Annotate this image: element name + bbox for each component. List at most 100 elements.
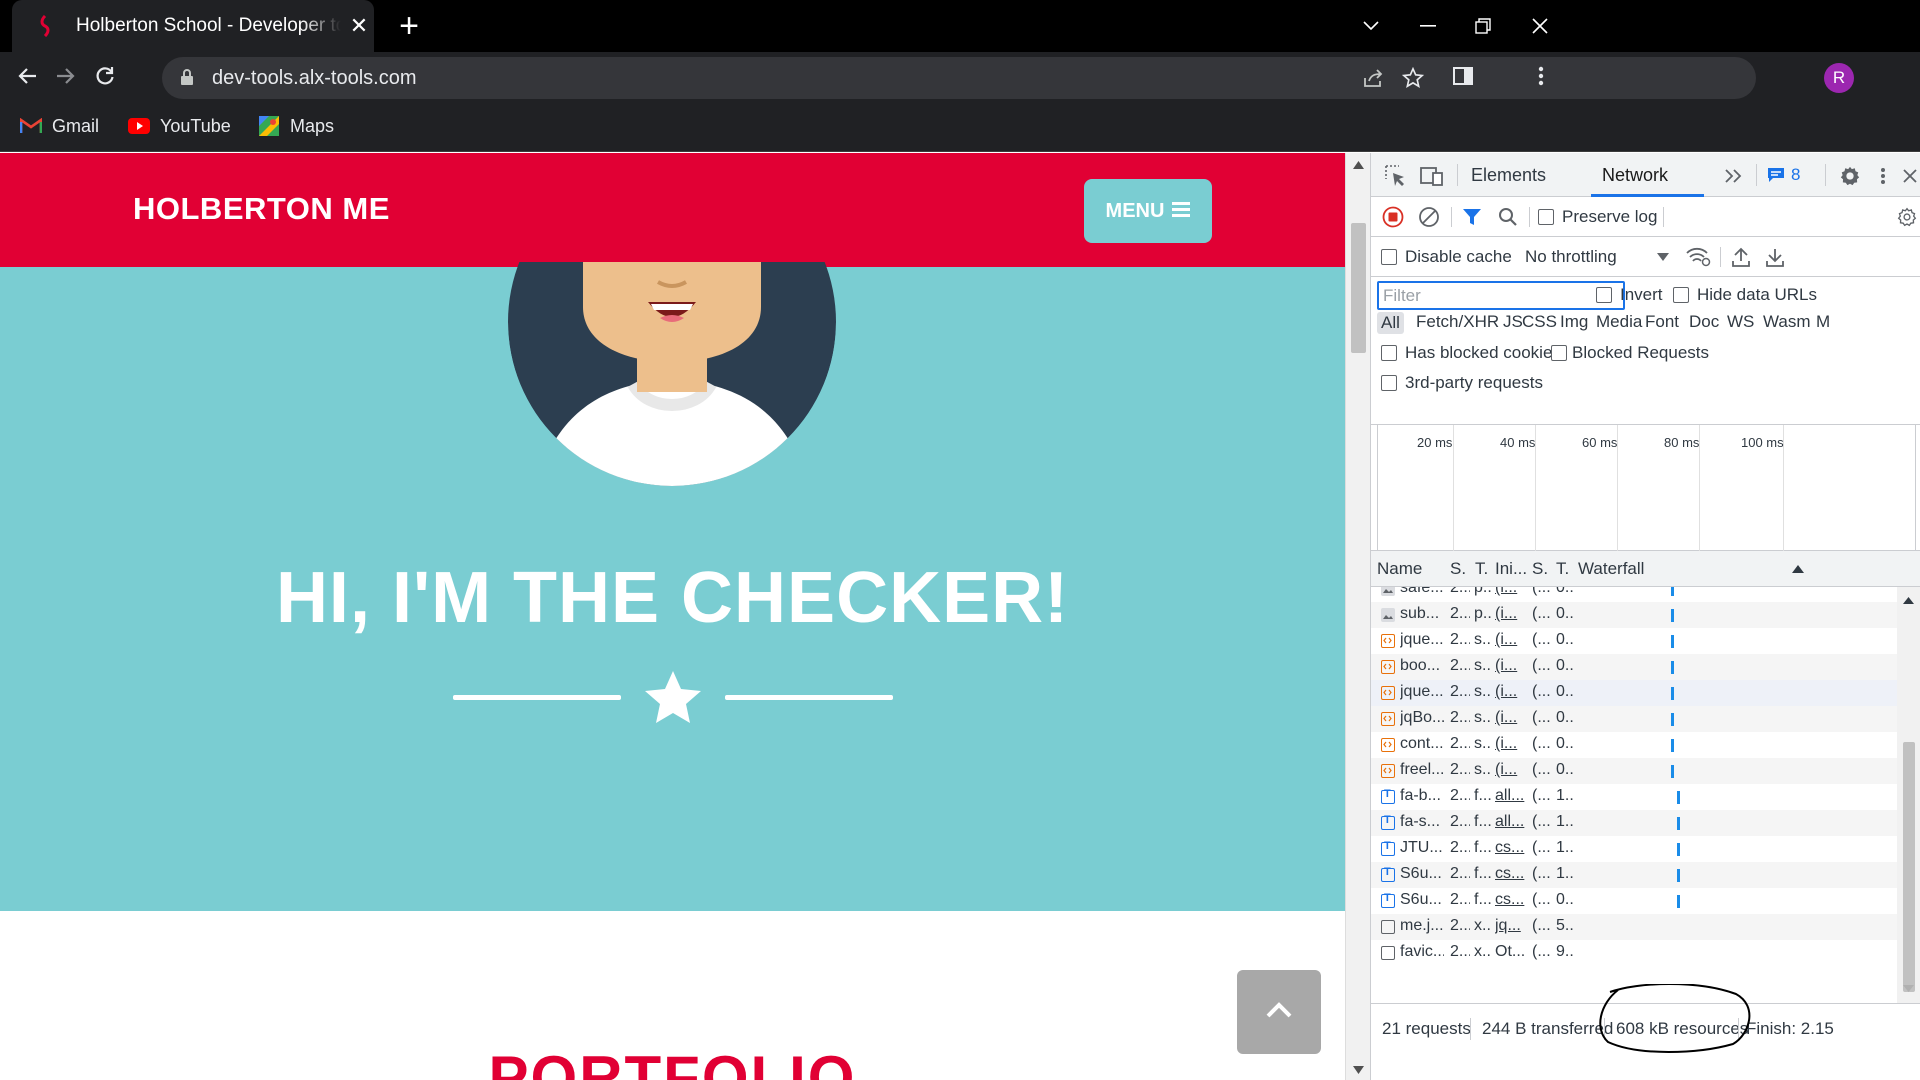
export-har-icon[interactable] (1763, 245, 1787, 269)
chrome-menu-icon[interactable] (1527, 62, 1555, 90)
forward-icon[interactable] (50, 60, 82, 92)
site-brand[interactable]: HOLBERTON ME (133, 191, 390, 227)
share-icon[interactable] (1361, 65, 1387, 91)
cell-ini[interactable]: (i... (1495, 605, 1527, 623)
cell-ini[interactable]: (i... (1495, 631, 1527, 649)
record-stop-icon[interactable] (1381, 205, 1405, 229)
more-tabs-icon[interactable] (1722, 165, 1744, 187)
network-settings-gear-icon[interactable] (1895, 205, 1919, 229)
clear-icon[interactable] (1417, 205, 1441, 229)
window-close-icon[interactable] (1505, 0, 1575, 52)
bookmark-youtube[interactable]: YouTube (128, 115, 231, 137)
scroll-to-top-button[interactable] (1237, 970, 1321, 1054)
type-filter-img[interactable]: Img (1560, 312, 1588, 332)
cell-ini[interactable]: (i... (1495, 735, 1527, 753)
col-initiator[interactable]: Ini... (1495, 559, 1527, 579)
disable-cache-checkbox[interactable] (1381, 249, 1397, 265)
preserve-log-checkbox[interactable] (1538, 209, 1554, 225)
third-party-checkbox[interactable] (1381, 375, 1397, 391)
search-icon[interactable] (1496, 205, 1520, 229)
type-filter-css[interactable]: CSS (1522, 312, 1557, 332)
menu-button[interactable]: MENU (1084, 179, 1212, 243)
col-time[interactable]: T. (1556, 559, 1569, 579)
table-row[interactable]: cont... 2...s...(i... (... 0... (1371, 732, 1897, 758)
table-row[interactable]: Tfa-b... 2...f...all... (... 1... (1371, 784, 1897, 810)
hide-data-urls-checkbox[interactable] (1673, 287, 1689, 303)
type-filter-all[interactable]: All (1377, 312, 1404, 334)
cell-ini[interactable]: (i... (1495, 761, 1527, 779)
settings-gear-icon[interactable] (1837, 163, 1863, 189)
device-toolbar-icon[interactable] (1419, 163, 1445, 189)
table-row[interactable]: T S6u... 2...f...cs... (... 0... (1371, 888, 1897, 914)
type-filter-ws[interactable]: WS (1727, 312, 1754, 332)
table-row[interactable]: safe... 2... p...(i... (... 0... (1371, 587, 1897, 602)
type-filter-font[interactable]: Font (1645, 312, 1679, 332)
table-row[interactable]: boo... 2...s...(i... (... 0... (1371, 654, 1897, 680)
col-name[interactable]: Name (1377, 559, 1422, 579)
page-scrollbar-thumb[interactable] (1351, 223, 1366, 353)
cell-ini[interactable]: cs... (1495, 839, 1527, 857)
type-filter-doc[interactable]: Doc (1689, 312, 1719, 332)
table-row[interactable]: jque... 2...s...(i... (... 0... (1371, 680, 1897, 706)
lock-icon[interactable] (180, 68, 194, 91)
invert-checkbox[interactable] (1596, 287, 1612, 303)
issues-counter[interactable]: 8 (1767, 163, 1817, 187)
col-size[interactable]: S. (1532, 559, 1548, 579)
table-row[interactable]: jque... 2...s...(i... (... 0... (1371, 628, 1897, 654)
table-row[interactable]: T JTU... 2...f...cs... (... 1... (1371, 836, 1897, 862)
timeline-overview[interactable]: 20 ms 40 ms 60 ms 80 ms 100 ms (1371, 425, 1920, 551)
side-panel-icon[interactable] (1449, 62, 1477, 90)
cell-ini[interactable]: jq... (1495, 917, 1527, 935)
table-row[interactable]: T S6u... 2...f...cs... (... 1... (1371, 862, 1897, 888)
inspect-element-icon[interactable] (1383, 163, 1409, 189)
request-table-scrollbar[interactable] (1897, 587, 1920, 1003)
back-icon[interactable] (11, 60, 43, 92)
page-scrollbar[interactable] (1345, 153, 1370, 1080)
new-tab-button[interactable]: + (392, 9, 426, 43)
filter-funnel-icon[interactable] (1460, 205, 1484, 229)
cell-ini[interactable]: (i... (1495, 587, 1527, 597)
cell-ini[interactable]: all... (1495, 787, 1527, 805)
bookmark-gmail[interactable]: Gmail (20, 115, 99, 137)
col-waterfall[interactable]: Waterfall (1578, 559, 1644, 579)
bookmark-star-icon[interactable] (1400, 65, 1426, 91)
has-blocked-cookies-checkbox[interactable] (1381, 345, 1397, 361)
devtools-menu-icon[interactable] (1874, 163, 1892, 189)
cell-ini[interactable]: Ot... (1495, 943, 1527, 961)
table-row[interactable]: sub... 2...p...(i... (... 0... (1371, 602, 1897, 628)
type-filter-fetch[interactable]: Fetch/XHR (1416, 312, 1499, 332)
type-filter-media[interactable]: Media (1596, 312, 1642, 332)
devtools-close-icon[interactable] (1901, 165, 1919, 187)
table-row[interactable]: jqBo... 2...s...(i... (... 0... (1371, 706, 1897, 732)
address-bar[interactable]: dev-tools.alx-tools.com (162, 57, 1756, 99)
reload-icon[interactable] (89, 60, 121, 92)
import-har-icon[interactable] (1729, 245, 1753, 269)
cell-ini[interactable]: (i... (1495, 683, 1527, 701)
cell-ini[interactable]: cs... (1495, 891, 1527, 909)
table-row[interactable]: me.j... 2...x...jq... (... 5... (1371, 914, 1897, 940)
cell-ini[interactable]: all... (1495, 813, 1527, 831)
type-filter-wasm[interactable]: Wasm (1763, 312, 1811, 332)
type-filter-manifest[interactable]: M (1816, 312, 1830, 332)
bookmark-maps[interactable]: Maps (258, 115, 334, 137)
type-filter-js[interactable]: JS (1503, 312, 1523, 332)
col-status[interactable]: S. (1450, 559, 1466, 579)
profile-avatar[interactable]: R (1824, 63, 1854, 93)
cell-ini[interactable]: (i... (1495, 657, 1527, 675)
table-row[interactable]: freel... 2...s...(i... (... 0... (1371, 758, 1897, 784)
table-row[interactable]: favic... 2...x...Ot... (... 9... (1371, 940, 1897, 966)
network-conditions-icon[interactable] (1685, 245, 1711, 269)
filter-input[interactable]: Filter (1377, 281, 1625, 310)
dropdown-caret-icon[interactable] (1656, 251, 1670, 263)
tab-network[interactable]: Network (1602, 165, 1668, 186)
tab-close-icon[interactable]: ✕ (349, 13, 369, 39)
col-type[interactable]: T. (1475, 559, 1488, 579)
browser-tab[interactable]: Holberton School - Developer tools ✕ (12, 0, 374, 52)
tab-elements[interactable]: Elements (1471, 165, 1546, 186)
request-table-scrollbar-thumb[interactable] (1903, 742, 1915, 992)
table-row[interactable]: Tfa-s... 2...f...all... (... 1... (1371, 810, 1897, 836)
cell-ini[interactable]: cs... (1495, 865, 1527, 883)
blocked-requests-checkbox[interactable] (1551, 345, 1567, 361)
throttling-select[interactable]: No throttling (1525, 247, 1617, 267)
cell-ini[interactable]: (i... (1495, 709, 1527, 727)
